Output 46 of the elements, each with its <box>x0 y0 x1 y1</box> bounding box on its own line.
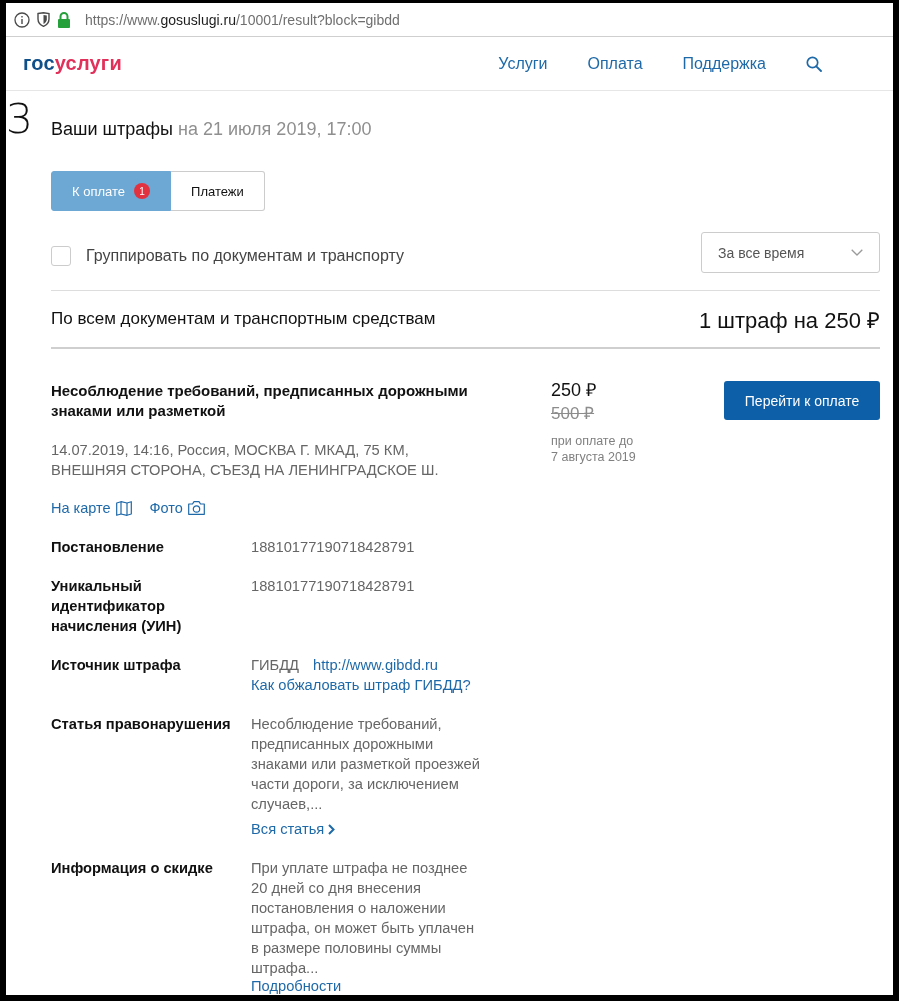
detail-label: Информация о скидке <box>51 859 214 878</box>
chevron-down-icon <box>851 249 863 256</box>
fine-location: 14.07.2019, 14:16, Россия, МОСКВА Г. МКАД, 75 КМ, ВНЕШНЯЯ СТОРОНА, СЪЕЗД НА ЛЕНИНГРАДСКОЕ Ш. <box>51 441 440 480</box>
read-more-link[interactable]: Вся статья <box>251 819 336 839</box>
old-amount: 500 ₽ <box>551 403 595 425</box>
summary-label: По всем документам и транспортным средствам <box>51 309 436 329</box>
fine-title: Несоблюдение требований, предписанных дорожными знаками или разметкой <box>51 381 469 421</box>
lock-icon[interactable] <box>57 11 71 28</box>
camera-icon <box>187 501 205 515</box>
detail-label: Статья правонарушения <box>51 715 232 734</box>
shield-icon[interactable] <box>37 12 50 27</box>
count-badge: 1 <box>134 183 151 199</box>
dropdown-value: За все время <box>718 244 805 261</box>
page-title: Ваши штрафы на 21 июля 2019, 17:00 <box>51 118 372 140</box>
tab[interactable]: Платежи <box>171 171 265 211</box>
tab[interactable]: К оплате 1 <box>51 171 172 211</box>
detail-label: Источник штрафа <box>51 656 182 675</box>
checkbox-label[interactable]: Группировать по документам и транспорту <box>86 246 404 265</box>
url-field[interactable]: https://www.gosuslugi.ru/10001/result?block=gibdd <box>85 11 400 28</box>
map-link[interactable]: На карте <box>51 498 132 518</box>
detail-value: 18810177190718428791 <box>251 578 415 594</box>
cut-off-letter: З <box>6 99 33 139</box>
nav-link[interactable]: Оплата <box>587 54 643 73</box>
site-logo[interactable]: госуслуги <box>23 52 122 75</box>
map-icon <box>115 500 132 516</box>
detail-value: Несоблюдение требований, предписанных дорожными знаками или разметкой проезжей части дороги, за исключением случаев,... <box>251 716 480 812</box>
search-icon[interactable] <box>806 55 822 72</box>
details-link[interactable]: Подробности <box>251 978 342 995</box>
detail-label: Постановление <box>51 538 165 557</box>
checkbox[interactable] <box>51 245 71 266</box>
info-icon[interactable] <box>14 11 30 28</box>
nav-link[interactable]: Услуги <box>498 54 548 73</box>
summary-total: 1 штраф на 250 ₽ <box>698 307 880 334</box>
fine-amount: 250 ₽ <box>551 379 597 402</box>
detail-value: При уплате штрафа не позднее 20 дней со дня внесения постановления о наложении штрафа, он может быть уплачен в размере половины суммы штрафа... <box>251 860 475 976</box>
payment-deadline: при оплате до 7 августа 2019 <box>551 433 637 465</box>
website-link[interactable]: http://www.gibdd.ru <box>313 657 438 673</box>
photo-link[interactable]: Фото <box>149 498 205 518</box>
detail-label: Уникальный идентификатор начисления (УИН) <box>51 577 183 636</box>
pay-button[interactable]: Перейти к оплате <box>724 381 880 420</box>
detail-value: 18810177190718428791 <box>251 539 415 555</box>
appeal-link[interactable]: Как обжаловать штраф ГИБДД? <box>251 675 471 695</box>
nav-link[interactable]: Поддержка <box>682 54 766 73</box>
period-dropdown[interactable]: За все время <box>701 232 880 273</box>
chevron-right-icon <box>328 823 336 835</box>
detail-value: ГИБДД <box>251 657 300 673</box>
